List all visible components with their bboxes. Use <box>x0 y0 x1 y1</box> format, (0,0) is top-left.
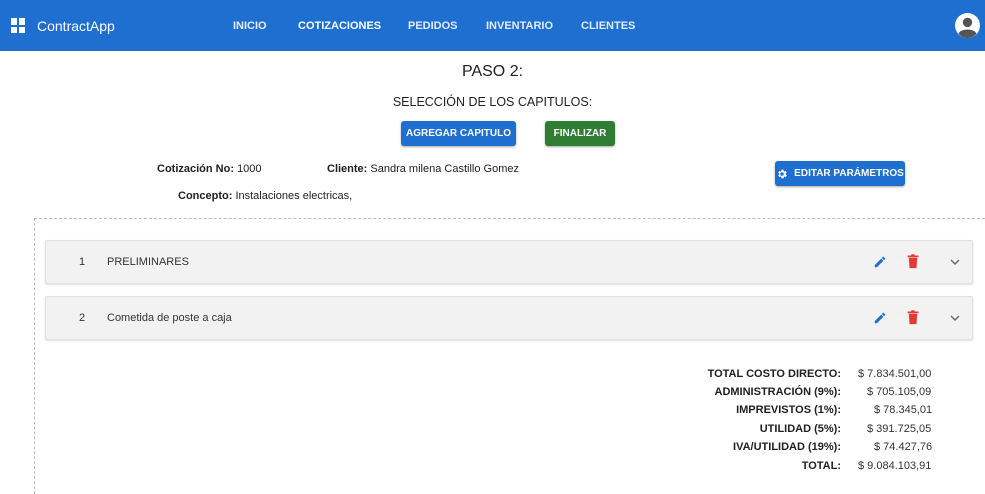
grand-total-value: $ 9.084.103,91 <box>858 460 932 472</box>
add-chapter-button[interactable]: AGREGAR CAPITULO <box>401 121 516 146</box>
quote-number-value: 1000 <box>237 163 262 175</box>
step-title: PASO 2: <box>461 63 524 80</box>
nav-clientes[interactable]: CLIENTES <box>581 20 635 32</box>
chapter-number: 1 <box>79 256 86 268</box>
administration-label: ADMINISTRACIÓN (9%): <box>714 386 842 398</box>
app-name: ContractApp <box>37 17 115 34</box>
nav-inicio[interactable]: INICIO <box>233 20 267 32</box>
user-avatar-icon[interactable] <box>955 13 980 38</box>
trash-icon[interactable] <box>907 254 919 269</box>
edit-parameters-button[interactable]: EDITAR PARÁMETROS <box>775 161 905 186</box>
quote-number-label: Cotización No: <box>157 163 234 175</box>
grand-total-label: TOTAL: <box>801 460 841 472</box>
administration-value: $ 705.105,09 <box>867 386 932 398</box>
client-value: Sandra milena Castillo Gomez <box>370 163 519 175</box>
concept-value: Instalaciones electricas, <box>235 190 353 202</box>
client-label: Cliente: <box>327 163 368 175</box>
chevron-down-icon[interactable] <box>950 314 960 322</box>
total-direct-cost-label: TOTAL COSTO DIRECTO: <box>707 368 841 380</box>
iva-utility-value: $ 74.427,76 <box>874 441 933 453</box>
chapter-item[interactable]: 2 Cometida de poste a caja <box>45 296 973 340</box>
concept-label: Concepto: <box>178 190 233 202</box>
unforeseen-label: IMPREVISTOS (1%): <box>736 404 841 416</box>
chapter-name: PRELIMINARES <box>107 256 189 268</box>
pencil-icon[interactable] <box>873 255 887 269</box>
grid-icon <box>11 18 26 33</box>
utility-label: UTILIDAD (5%): <box>759 423 841 435</box>
nav-cotizaciones[interactable]: COTIZACIONES <box>298 20 381 32</box>
client-info: Cliente: Sandra milena Castillo Gomez <box>327 163 519 175</box>
iva-utility-label: IVA/UTILIDAD (19%): <box>733 441 841 453</box>
nav-pedidos[interactable]: PEDIDOS <box>408 20 458 32</box>
finish-button[interactable]: FINALIZAR <box>545 121 615 146</box>
gear-icon <box>778 169 788 178</box>
chapter-item[interactable]: 1 PRELIMINARES <box>45 240 973 284</box>
edit-parameters-label: EDITAR PARÁMETROS <box>794 168 904 179</box>
utility-value: $ 391.725,05 <box>867 423 932 435</box>
quote-number: Cotización No: 1000 <box>157 163 262 175</box>
nav-inventario[interactable]: INVENTARIO <box>486 20 553 32</box>
brand[interactable]: ContractApp <box>7 0 115 51</box>
chapter-number: 2 <box>79 312 86 324</box>
chapter-name: Cometida de poste a caja <box>107 312 232 324</box>
unforeseen-value: $ 78.345,01 <box>874 404 933 416</box>
top-app-bar: ContractApp INICIO COTIZACIONES PEDIDOS … <box>0 0 985 51</box>
pencil-icon[interactable] <box>873 311 887 325</box>
concept-info: Concepto: Instalaciones electricas, <box>178 190 352 202</box>
total-direct-cost-value: $ 7.834.501,00 <box>858 368 932 380</box>
step-subtitle: SELECCIÓN DE LOS CAPITULOS: <box>392 95 593 109</box>
chevron-down-icon[interactable] <box>950 258 960 266</box>
trash-icon[interactable] <box>907 310 919 325</box>
